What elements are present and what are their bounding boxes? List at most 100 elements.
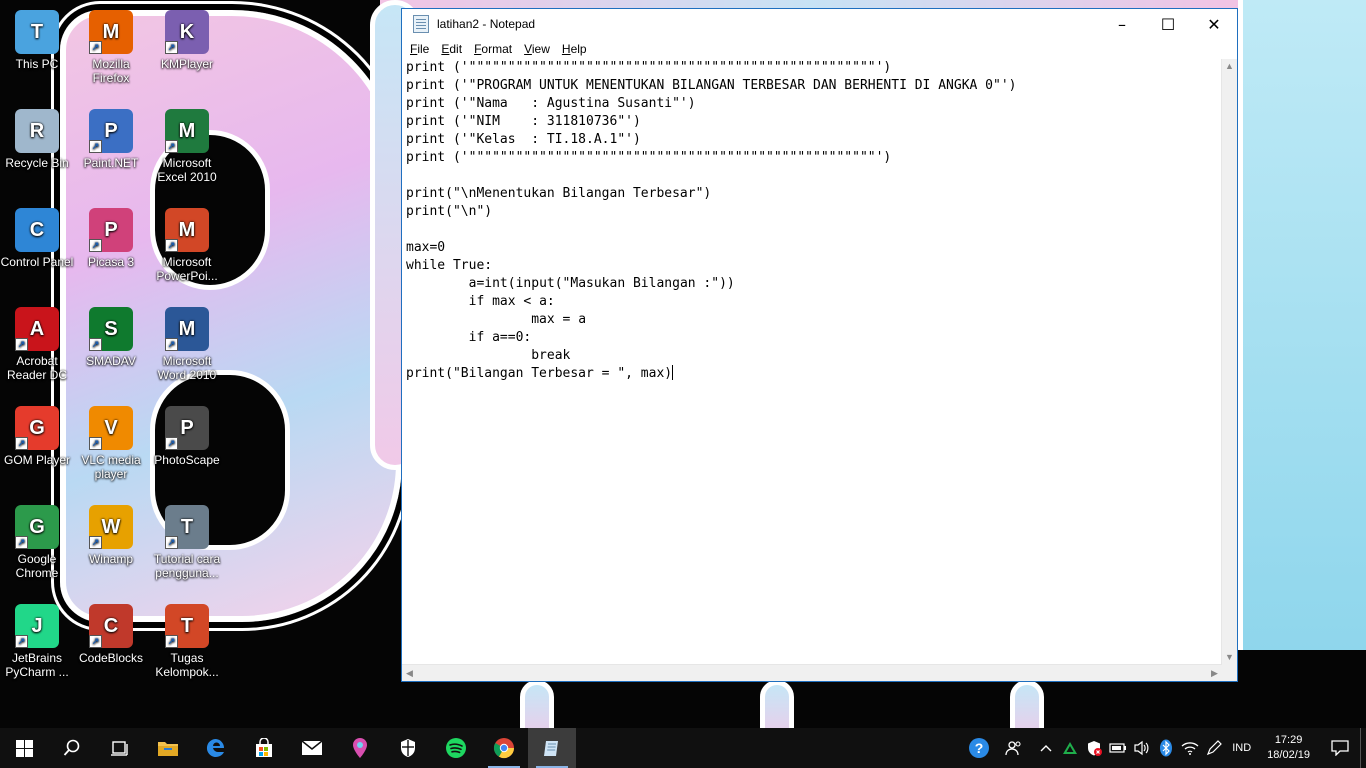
spotify-button[interactable]	[432, 728, 480, 768]
shortcut-arrow-icon: ↗	[89, 635, 102, 648]
computer-icon: T	[15, 10, 59, 54]
desktop-icon-label: Control Panel	[0, 255, 74, 269]
notepad-button[interactable]	[528, 728, 576, 768]
horizontal-scrollbar[interactable]: ◀ ▶	[402, 664, 1222, 681]
desktop-icon[interactable]: T ↗ Tugas Kelompok...	[150, 604, 224, 679]
smadav-tray-icon[interactable]	[1058, 728, 1082, 768]
desktop-icon[interactable]: M ↗ Microsoft Excel 2010	[150, 109, 224, 184]
chrome-icon	[493, 738, 515, 759]
notepad-icon	[413, 15, 429, 33]
pptx-file-icon: T ↗	[165, 604, 209, 648]
shortcut-arrow-icon: ↗	[15, 635, 28, 648]
window-title: latihan2 - Notepad	[437, 17, 536, 31]
language-indicator[interactable]: IND	[1232, 742, 1251, 754]
chrome-button[interactable]	[480, 728, 528, 768]
paintnet-icon: P ↗	[89, 109, 133, 153]
desktop-icon[interactable]: T This PC	[0, 10, 74, 71]
editor-text: print ('""""""""""""""""""""""""""""""""…	[406, 60, 1017, 381]
desktop-icon[interactable]: T ↗ Tutorial cara pengguna...	[150, 505, 224, 580]
shortcut-arrow-icon: ↗	[89, 437, 102, 450]
scroll-left-arrow-icon[interactable]: ◀	[402, 665, 417, 681]
shortcut-arrow-icon: ↗	[165, 41, 178, 54]
desktop-icon[interactable]: R Recycle Bin	[0, 109, 74, 170]
wallpaper-drip	[760, 680, 794, 728]
chrome-icon: G ↗	[15, 505, 59, 549]
desktop-icon[interactable]: J ↗ JetBrains PyCharm ...	[0, 604, 74, 679]
desktop-icon[interactable]: A ↗ Acrobat Reader DC	[0, 307, 74, 382]
menu-file[interactable]: File	[404, 42, 435, 56]
maximize-button[interactable]: ☐	[1145, 9, 1191, 39]
menu-view[interactable]: View	[518, 42, 556, 56]
defender-button[interactable]	[384, 728, 432, 768]
edge-button[interactable]	[192, 728, 240, 768]
menu-format[interactable]: Format	[468, 42, 518, 56]
scroll-down-arrow-icon[interactable]: ▼	[1222, 650, 1237, 665]
desktop-icon[interactable]: P ↗ Picasa 3	[74, 208, 148, 269]
desktop-icon-label: JetBrains PyCharm ...	[5, 651, 69, 679]
menu-edit[interactable]: Edit	[435, 42, 468, 56]
desktop-icon-label: Google Chrome	[15, 552, 59, 580]
codeblocks-icon: C ↗	[89, 604, 133, 648]
windows-icon	[15, 739, 33, 757]
scroll-up-arrow-icon[interactable]: ▲	[1222, 59, 1237, 74]
bluetooth-icon[interactable]	[1154, 728, 1178, 768]
people-icon[interactable]	[994, 728, 1034, 768]
pen-icon[interactable]	[1202, 728, 1226, 768]
desktop-icon[interactable]: P ↗ PhotoScape	[150, 406, 224, 467]
show-desktop-button[interactable]	[1360, 728, 1366, 768]
menu-help[interactable]: Help	[556, 42, 593, 56]
scroll-right-arrow-icon[interactable]: ▶	[1207, 665, 1222, 681]
maps-button[interactable]	[336, 728, 384, 768]
text-editor-area[interactable]: print ('""""""""""""""""""""""""""""""""…	[402, 59, 1222, 665]
file-explorer-button[interactable]	[144, 728, 192, 768]
title-bar[interactable]: latihan2 - Notepad – ☐ ✕	[402, 9, 1237, 39]
shortcut-arrow-icon: ↗	[165, 635, 178, 648]
taskbar: ? IND 17:29 18/02/19	[0, 728, 1366, 768]
vertical-scrollbar[interactable]: ▲ ▼	[1221, 59, 1237, 665]
task-view-button[interactable]	[96, 728, 144, 768]
gom-player-icon: G ↗	[15, 406, 59, 450]
help-icon[interactable]: ?	[964, 728, 994, 768]
desktop-icon[interactable]: M ↗ Mozilla Firefox	[74, 10, 148, 85]
desktop-icon-label: VLC media player	[81, 453, 141, 481]
desktop-icon[interactable]: C Control Panel	[0, 208, 74, 269]
desktop-icon-label: Winamp	[88, 552, 133, 566]
battery-icon[interactable]	[1106, 728, 1130, 768]
resize-grip[interactable]	[1222, 665, 1237, 681]
desktop-icon[interactable]: C ↗ CodeBlocks	[74, 604, 148, 665]
shortcut-arrow-icon: ↗	[15, 338, 28, 351]
desktop-icon-label: Tutorial cara pengguna...	[153, 552, 221, 580]
desktop-icon[interactable]: G ↗ GOM Player	[0, 406, 74, 467]
desktop-icon[interactable]: V ↗ VLC media player	[74, 406, 148, 481]
minimize-button[interactable]: –	[1099, 9, 1145, 39]
start-button[interactable]	[0, 728, 48, 768]
chevron-up-icon[interactable]	[1034, 728, 1058, 768]
action-center-icon[interactable]	[1320, 728, 1360, 768]
desktop-icon[interactable]: S ↗ SMADAV	[74, 307, 148, 368]
winamp-icon: W ↗	[89, 505, 133, 549]
desktop-icon[interactable]: M ↗ Microsoft Word 2010	[150, 307, 224, 382]
desktop-icon[interactable]: P ↗ Paint.NET	[74, 109, 148, 170]
store-button[interactable]	[240, 728, 288, 768]
wifi-icon[interactable]	[1178, 728, 1202, 768]
desktop-icon[interactable]: M ↗ Microsoft PowerPoi...	[150, 208, 224, 283]
wallpaper-right-drips	[1238, 0, 1366, 650]
shortcut-arrow-icon: ↗	[165, 437, 178, 450]
picasa-icon: P ↗	[89, 208, 133, 252]
desktop-icon[interactable]: G ↗ Google Chrome	[0, 505, 74, 580]
spotify-icon	[446, 738, 466, 758]
volume-icon[interactable]	[1130, 728, 1154, 768]
clock[interactable]: 17:29 18/02/19	[1267, 733, 1310, 763]
system-tray: ? IND 17:29 18/02/19	[964, 728, 1366, 768]
mail-button[interactable]	[288, 728, 336, 768]
desktop-icon[interactable]: K ↗ KMPlayer	[150, 10, 224, 71]
excel-icon: M ↗	[165, 109, 209, 153]
notepad-window[interactable]: latihan2 - Notepad – ☐ ✕ File Edit Forma…	[401, 8, 1238, 682]
desktop-icon-label: Paint.NET	[83, 156, 139, 170]
security-alert-icon[interactable]	[1082, 728, 1106, 768]
firefox-icon: M ↗	[89, 10, 133, 54]
desktop-icon[interactable]: W ↗ Winamp	[74, 505, 148, 566]
close-button[interactable]: ✕	[1191, 9, 1237, 39]
search-button[interactable]	[48, 728, 96, 768]
pycharm-icon: J ↗	[15, 604, 59, 648]
